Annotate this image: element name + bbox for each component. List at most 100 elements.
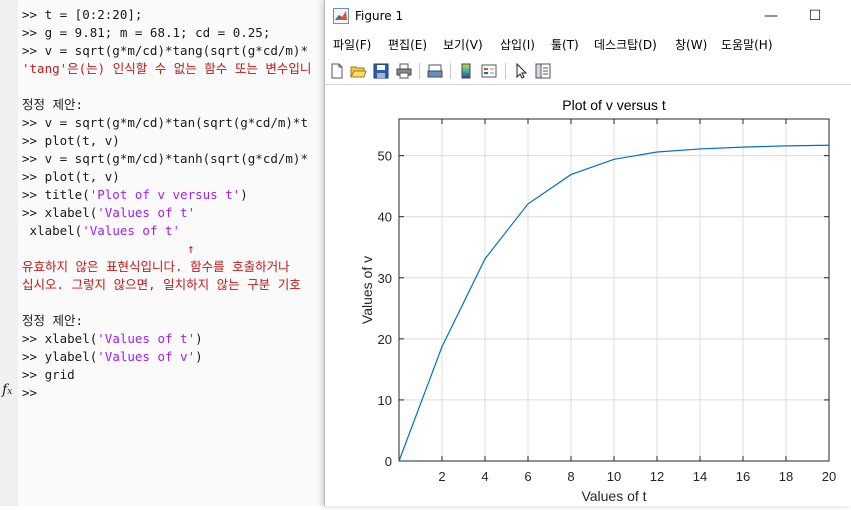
- toolbar-separator: [450, 63, 451, 79]
- console-code: xlabel(: [44, 205, 98, 220]
- console-code: grid: [44, 367, 75, 382]
- x-tick-label: 8: [567, 469, 574, 484]
- console-text: 정정 제안:: [22, 97, 84, 112]
- maximize-button[interactable]: ☐: [795, 4, 835, 28]
- print-icon[interactable]: [395, 62, 413, 80]
- console-string: 'Values of t': [97, 331, 196, 346]
- x-tick-label: 20: [822, 469, 836, 484]
- error-caret: ↑: [187, 241, 195, 256]
- new-figure-icon[interactable]: [328, 62, 346, 80]
- console-prompt: >>: [22, 151, 45, 166]
- toolbar-separator: [419, 63, 420, 79]
- console-line: 'tang'은(는) 인식할 수 없는 함수 또는 변수입니: [22, 60, 311, 78]
- console-error: 유효하지 않은 표현식입니다. 함수를 호출하거나: [22, 259, 290, 274]
- figure-window[interactable]: Figure 1 — ☐ 파일(F) 편집(E) 보기(V) 삽입(I) 툴(T) 데스크…: [324, 0, 851, 506]
- console-prompt: >>: [22, 115, 45, 130]
- console-line: 정정 제안:: [22, 312, 83, 330]
- menu-item[interactable]: 데스크탑(D): [594, 34, 657, 56]
- console-code: plot(t, v): [44, 169, 120, 184]
- x-tick-label: 14: [693, 469, 707, 484]
- console-line: >> g = 9.81; m = 68.1; cd = 0.25;: [22, 24, 270, 42]
- menu-item[interactable]: 삽입(I): [500, 34, 535, 56]
- y-tick-label: 10: [378, 393, 392, 408]
- console-string: 'Values of v': [97, 349, 196, 364]
- save-icon[interactable]: [372, 62, 390, 80]
- console-string: 'Values of t': [97, 205, 196, 220]
- console-line: xlabel('Values of t': [22, 222, 181, 240]
- menu-item[interactable]: 편집(E): [388, 34, 427, 56]
- legend-icon[interactable]: [480, 62, 498, 80]
- minimize-button[interactable]: —: [751, 4, 791, 28]
- console-text: 정정 제안:: [22, 313, 84, 328]
- console-line: >> plot(t, v): [22, 168, 120, 186]
- console-prompt: >>: [22, 169, 45, 184]
- fx-icon[interactable]: fx: [2, 382, 12, 398]
- colorbar-icon[interactable]: [457, 62, 475, 80]
- matlab-logo-icon: [333, 8, 349, 24]
- menu-item[interactable]: 툴(T): [551, 34, 579, 56]
- console-error: 'tang'은(는) 인식할 수 없는 함수 또는 변수입니: [22, 61, 312, 76]
- x-tick-label: 12: [650, 469, 664, 484]
- line-chart[interactable]: 2 4 6 8 10 12 14 16 18 20 0 10 20 30 40 50 Plot of v ver…: [325, 86, 851, 506]
- menu-item[interactable]: 도움말(H): [721, 34, 773, 56]
- menu-item[interactable]: 보기(V): [443, 34, 483, 56]
- console-error: 십시오. 그렇지 않으면, 일치하지 않는 구분 기호: [22, 277, 301, 292]
- y-tick-label: 20: [378, 332, 392, 347]
- console-line: >>: [22, 384, 45, 402]
- console-code: ): [195, 349, 203, 364]
- console-line: 유효하지 않은 표현식입니다. 함수를 호출하거나: [22, 258, 290, 276]
- figure-toolbar: [325, 58, 851, 85]
- console-line: >> t = [0:2:20];: [22, 6, 142, 24]
- x-tick-label: 16: [736, 469, 750, 484]
- console-prompt: >>: [22, 25, 45, 40]
- x-tick-label: 2: [438, 469, 445, 484]
- y-tick-label: 50: [378, 149, 392, 164]
- x-tick-label: 10: [607, 469, 621, 484]
- console-prompt: >>: [22, 349, 45, 364]
- figure-title-bar[interactable]: Figure 1 — ☐: [325, 0, 851, 32]
- x-tick-label: 6: [524, 469, 531, 484]
- edit-plot-arrow-icon[interactable]: [512, 62, 530, 80]
- console-code: xlabel(: [44, 331, 98, 346]
- console-line: >> title('Plot of v versus t'): [22, 186, 248, 204]
- console-line: 십시오. 그렇지 않으면, 일치하지 않는 구분 기호: [22, 276, 301, 294]
- console-prompt: >>: [22, 385, 45, 400]
- figure-menu-bar: 파일(F) 편집(E) 보기(V) 삽입(I) 툴(T) 데스크탑(D) 창(W) 도움말(H…: [325, 34, 851, 56]
- console-line: ↑: [22, 240, 195, 258]
- console-prompt: >>: [22, 331, 45, 346]
- figure-canvas[interactable]: 2 4 6 8 10 12 14 16 18 20 0 10 20 30 40 50 Plot of v ver…: [325, 86, 851, 506]
- console-prompt: >>: [22, 187, 45, 202]
- chart-title: Plot of v versus t: [562, 97, 666, 113]
- console-line: >> v = sqrt(g*m/cd)*tan(sqrt(g*cd/m)*t: [22, 114, 308, 132]
- print-preview-icon[interactable]: [426, 62, 444, 80]
- console-prompt: >>: [22, 367, 45, 382]
- console-line: >> xlabel('Values of t': [22, 204, 195, 222]
- x-tick-label: 18: [779, 469, 793, 484]
- console-code: title(: [44, 187, 90, 202]
- console-line: >> xlabel('Values of t'): [22, 330, 203, 348]
- figure-title: Figure 1: [355, 9, 404, 23]
- y-tick-label: 40: [378, 210, 392, 225]
- console-line: 정정 제안:: [22, 96, 83, 114]
- console-code: v = sqrt(g*m/cd)*tan(sqrt(g*cd/m)*t: [44, 115, 308, 130]
- console-code: t = [0:2:20];: [44, 7, 143, 22]
- menu-item[interactable]: 창(W): [675, 34, 707, 56]
- console-code: ylabel(: [44, 349, 98, 364]
- menu-item[interactable]: 파일(F): [333, 34, 371, 56]
- console-code: xlabel(: [29, 223, 83, 238]
- console-code: plot(t, v): [44, 133, 120, 148]
- console-line: >> plot(t, v): [22, 132, 120, 150]
- y-axis-label: Values of v: [359, 256, 375, 324]
- console-line: >> v = sqrt(g*m/cd)*tanh(sqrt(g*cd/m)*: [22, 150, 308, 168]
- console-code: ): [195, 331, 203, 346]
- console-code: g = 9.81; m = 68.1; cd = 0.25;: [44, 25, 271, 40]
- toolbar-separator: [505, 63, 506, 79]
- console-code: v = sqrt(g*m/cd)*tang(sqrt(g*cd/m)*: [44, 43, 308, 58]
- open-file-icon[interactable]: [349, 62, 367, 80]
- console-prompt: >>: [22, 205, 45, 220]
- property-inspector-icon[interactable]: [534, 62, 552, 80]
- x-axis-label: Values of t: [581, 488, 646, 504]
- console-line: >> grid: [22, 366, 75, 384]
- console-code: ): [240, 187, 248, 202]
- console-code: v = sqrt(g*m/cd)*tanh(sqrt(g*cd/m)*: [44, 151, 308, 166]
